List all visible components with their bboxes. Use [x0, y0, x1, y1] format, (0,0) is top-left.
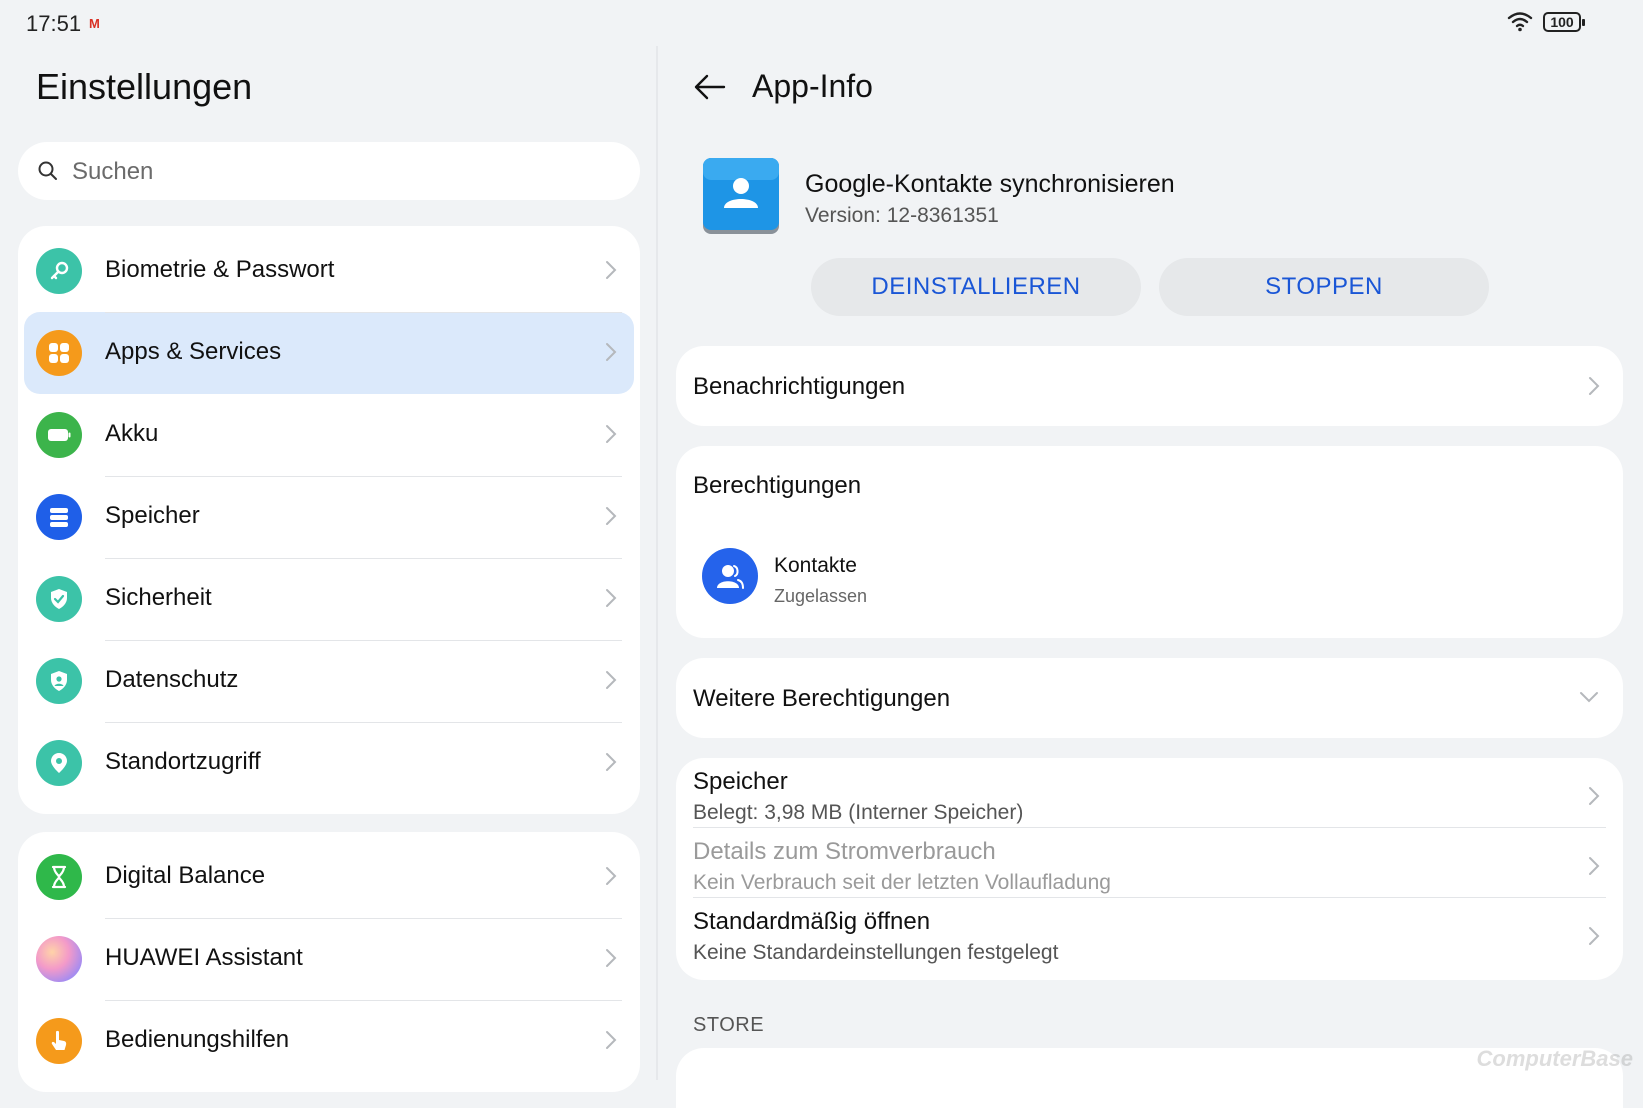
battery-icon	[36, 412, 82, 458]
power-usage-title: Details zum Stromverbrauch	[693, 838, 996, 865]
sidebar-item-biometrics[interactable]: Biometrie & Passwort	[24, 230, 634, 312]
sidebar-item-label: Digital Balance	[105, 862, 266, 889]
notifications-row[interactable]: Benachrichtigungen	[676, 346, 1623, 426]
sidebar-item-label: Datenschutz	[105, 666, 239, 693]
sidebar-item-label: Sicherheit	[105, 584, 212, 611]
chevron-right-icon	[1589, 857, 1600, 875]
open-by-default-subtitle: Keine Standardeinstellungen festgelegt	[693, 941, 1059, 964]
location-pin-icon	[36, 740, 82, 786]
chevron-right-icon	[606, 589, 617, 607]
sidebar-item-label: Speicher	[105, 502, 200, 529]
sidebar-item-accessibility[interactable]: Bedienungshilfen	[24, 1000, 634, 1082]
row-divider	[105, 312, 622, 313]
sidebar-item-privacy[interactable]: Datenschutz	[24, 640, 634, 723]
sidebar-item-label: Akku	[105, 420, 159, 447]
search-icon	[38, 161, 57, 180]
key-icon	[36, 248, 82, 294]
gmail-notification-icon: M	[89, 16, 100, 31]
storage-title: Speicher	[693, 768, 788, 795]
chevron-right-icon	[606, 949, 617, 967]
notifications-label: Benachrichtigungen	[693, 373, 906, 400]
permission-status: Zugelassen	[774, 586, 868, 606]
assistant-orb-icon	[36, 936, 82, 982]
battery-icon: 100	[1543, 12, 1585, 32]
more-permissions-label: Weitere Berechtigungen	[693, 685, 951, 712]
open-by-default-title: Standardmäßig öffnen	[693, 908, 931, 935]
chevron-right-icon	[606, 671, 617, 689]
sidebar-item-apps-services[interactable]: Apps & Services	[24, 312, 634, 394]
sidebar-item-label: HUAWEI Assistant	[105, 944, 303, 971]
uninstall-button[interactable]: DEINSTALLIEREN	[811, 258, 1141, 316]
store-section-label: STORE	[693, 1014, 765, 1036]
power-usage-subtitle: Kein Verbrauch seit der letzten Vollaufl…	[693, 871, 1111, 894]
sidebar-item-label: Apps & Services	[105, 338, 282, 365]
chevron-right-icon	[1589, 927, 1600, 945]
page-title: App-Info	[752, 68, 873, 104]
sidebar-item-battery[interactable]: Akku	[24, 394, 634, 477]
apps-grid-icon	[36, 330, 82, 376]
shield-check-icon	[36, 576, 82, 622]
sidebar-item-storage[interactable]: Speicher	[24, 476, 634, 559]
chevron-right-icon	[606, 507, 617, 525]
more-permissions-row[interactable]: Weitere Berechtigungen	[676, 658, 1623, 738]
storage-subtitle: Belegt: 3,98 MB (Interner Speicher)	[693, 801, 1024, 824]
chevron-right-icon	[606, 261, 617, 279]
hand-pointer-icon	[36, 1018, 82, 1064]
app-info-pane: App-Info Google-Kontakte synchronisieren…	[658, 46, 1643, 1108]
sidebar-item-label: Bedienungshilfen	[105, 1026, 290, 1053]
sidebar-item-label: Biometrie & Passwort	[105, 256, 335, 283]
app-name: Google-Kontakte synchronisieren	[805, 170, 1175, 198]
app-version: Version: 12-8361351	[805, 204, 999, 227]
wifi-icon	[1507, 12, 1533, 32]
power-usage-row[interactable]: Details zum Stromverbrauch Kein Verbrauc…	[676, 828, 1623, 898]
permissions-card: Berechtigungen Kontakte Zugelassen	[676, 446, 1623, 638]
chevron-right-icon	[606, 343, 617, 361]
chevron-right-icon	[606, 425, 617, 443]
watermark: ComputerBase	[1476, 1046, 1633, 1071]
privacy-shield-icon	[36, 658, 82, 704]
storage-row[interactable]: Speicher Belegt: 3,98 MB (Interner Speic…	[676, 758, 1623, 828]
sidebar-item-digital-balance[interactable]: Digital Balance	[24, 836, 634, 919]
permissions-header: Berechtigungen	[693, 472, 862, 499]
chevron-right-icon	[1589, 377, 1600, 395]
back-arrow-icon[interactable]	[693, 72, 727, 102]
sidebar-item-huawei-assistant[interactable]: HUAWEI Assistant	[24, 918, 634, 1001]
sidebar-item-label: Standortzugriff	[105, 748, 261, 775]
chevron-right-icon	[606, 1031, 617, 1049]
chevron-down-icon	[1580, 692, 1598, 703]
search-input[interactable]	[70, 142, 614, 202]
storage-icon	[36, 494, 82, 540]
hourglass-icon	[36, 854, 82, 900]
sidebar-item-location[interactable]: Standortzugriff	[24, 722, 634, 804]
chevron-right-icon	[1589, 787, 1600, 805]
stop-button[interactable]: STOPPEN	[1159, 258, 1489, 316]
settings-group-wellbeing: Digital Balance HUAWEI Assistant Bedienu…	[18, 832, 640, 1092]
status-bar: 17:51 M 100	[0, 0, 1643, 46]
contacts-permission-icon	[702, 548, 758, 604]
storage-details-card: Speicher Belegt: 3,98 MB (Interner Speic…	[676, 758, 1623, 980]
page-title: Einstellungen	[36, 66, 253, 107]
settings-sidebar: Einstellungen Biometrie & Passwort Apps …	[0, 46, 656, 1092]
chevron-right-icon	[606, 867, 617, 885]
chevron-right-icon	[606, 753, 617, 771]
settings-group-security: Biometrie & Passwort Apps & Services Akk…	[18, 226, 640, 814]
open-by-default-row[interactable]: Standardmäßig öffnen Keine Standardeinst…	[676, 898, 1623, 968]
status-time: 17:51	[26, 11, 82, 36]
permission-title: Kontakte	[774, 554, 857, 577]
sidebar-item-security[interactable]: Sicherheit	[24, 558, 634, 641]
search-bar[interactable]	[18, 142, 640, 202]
contacts-app-icon	[703, 158, 779, 234]
